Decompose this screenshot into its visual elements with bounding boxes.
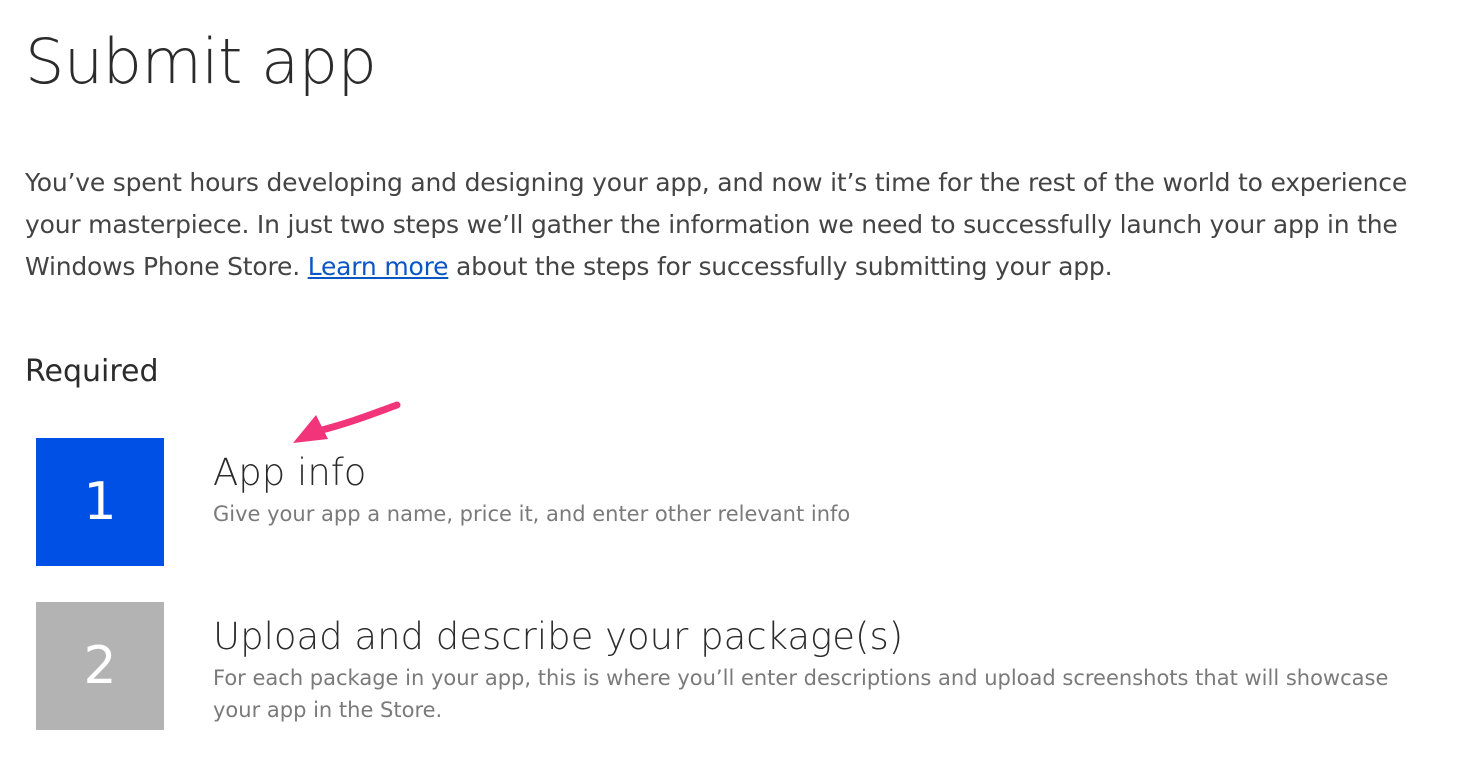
learn-more-link[interactable]: Learn more xyxy=(308,252,449,281)
step-1-description: Give your app a name, price it, and ente… xyxy=(213,502,851,526)
step-1-text: App info Give your app a name, price it,… xyxy=(213,450,1413,530)
step-app-info: 1 App info Give your app a name, price i… xyxy=(36,438,1416,566)
step-2-tile[interactable]: 2 xyxy=(36,602,164,730)
submit-app-page: Submit app You’ve spent hours developing… xyxy=(25,0,1445,776)
required-heading: Required xyxy=(25,354,159,389)
intro-text-end: about the steps for successfully submitt… xyxy=(448,252,1113,281)
page-title: Submit app xyxy=(25,25,377,98)
step-upload-package: 2 Upload and describe your package(s) Fo… xyxy=(36,602,1416,730)
step-2-description: For each package in your app, this is wh… xyxy=(213,666,1389,722)
intro-paragraph: You’ve spent hours developing and design… xyxy=(25,162,1445,288)
step-1-title-link[interactable]: App info xyxy=(213,450,1413,496)
step-1-tile[interactable]: 1 xyxy=(36,438,164,566)
step-2-text: Upload and describe your package(s) For … xyxy=(213,614,1413,726)
step-2-title-link[interactable]: Upload and describe your package(s) xyxy=(213,614,1413,660)
